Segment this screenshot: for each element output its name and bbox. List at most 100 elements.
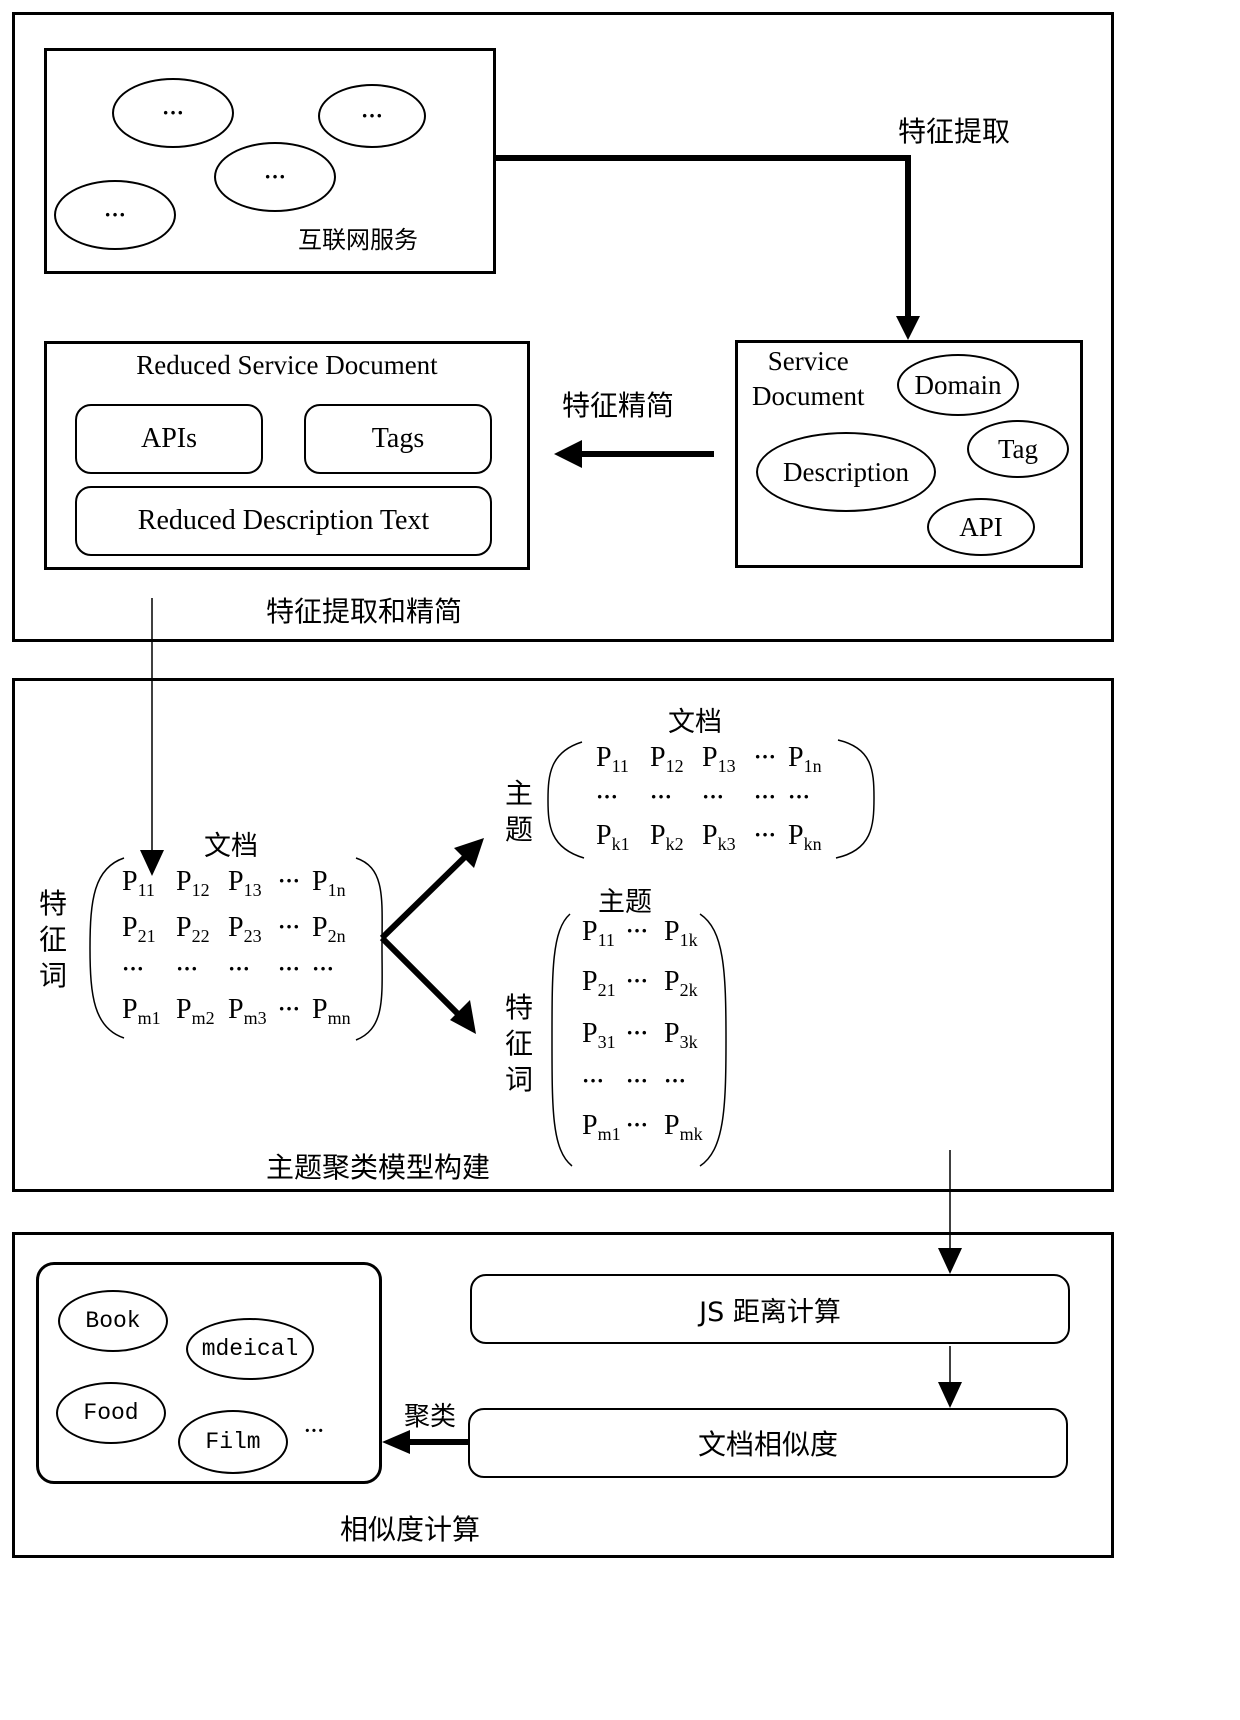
doc-similarity-box: 文档相似度 [468, 1408, 1068, 1478]
panel2-caption: 主题聚类模型构建 [266, 1151, 491, 1184]
matrix-subscript: 22 [191, 926, 210, 946]
matrix-cell: Pm2 [176, 994, 215, 1028]
tags-box: Tags [304, 404, 492, 474]
cluster-food: Food [56, 1382, 166, 1444]
matrix-cell: P2k [664, 966, 698, 1000]
matrix-subscript: m2 [191, 1008, 215, 1028]
cluster-medical: mdeical [186, 1318, 314, 1380]
row-label-char: 主 [504, 777, 533, 810]
matrix-cell: ··· [176, 956, 199, 981]
matrix-cell: P1n [788, 742, 822, 776]
service-document-title: Service Document [752, 344, 864, 414]
service-ellipse-2: ··· [318, 84, 426, 148]
matrix-cell: ··· [788, 784, 811, 809]
ellipsis-text: ··· [161, 100, 184, 125]
matrix-cell: ··· [228, 956, 251, 981]
matrix-cell: P3k [664, 1018, 698, 1052]
matrix-cell: ··· [702, 784, 725, 809]
matrix-subscript: 11 [597, 930, 615, 950]
matrix-cell: Pk3 [702, 820, 736, 854]
matrix-subscript: 3k [679, 1032, 698, 1052]
matrix-subscript: kn [803, 834, 822, 854]
matrix-cell: P23 [228, 912, 262, 946]
matrix-subscript: mk [679, 1124, 703, 1144]
row-label-char: 征 [504, 1027, 533, 1060]
matrix-subscript: mn [327, 1008, 351, 1028]
reduced-document-title: Reduced Service Document [136, 350, 438, 380]
word-topic-row-label: 特 征 词 [502, 990, 536, 1098]
matrix-cell: Pmk [664, 1110, 703, 1144]
matrix-subscript: 21 [137, 926, 156, 946]
matrix-cell: P1n [312, 866, 346, 900]
matrix-cell: P11 [582, 916, 615, 950]
matrix-subscript: 2n [327, 926, 346, 946]
description-ellipse: Description [756, 432, 936, 512]
cluster-food-label: Food [83, 1400, 139, 1426]
service-title-line1: Service [767, 346, 849, 376]
matrix-cell: P22 [176, 912, 210, 946]
matrix-cell: P1k [664, 916, 698, 950]
matrix-cell: ··· [122, 956, 145, 981]
domain-label: Domain [914, 369, 1002, 400]
matrix-cell: P12 [176, 866, 210, 900]
matrix-cell: Pm1 [582, 1110, 621, 1144]
cluster-arrow-label: 聚类 [404, 1402, 457, 1432]
matrix-subscript: 11 [137, 880, 155, 900]
matrix-cell: P11 [596, 742, 629, 776]
matrix-cell: P11 [122, 866, 155, 900]
matrix-cell: ··· [582, 1068, 605, 1093]
matrix-subscript: 11 [611, 756, 629, 776]
feature-extraction-label: 特征提取 [898, 115, 1011, 148]
doc-similarity-label: 文档相似度 [697, 1428, 838, 1461]
matrix-cell: ··· [754, 784, 777, 809]
matrix-cell: ··· [278, 868, 301, 893]
matrix-cell: P12 [650, 742, 684, 776]
api-ellipse: API [927, 498, 1035, 556]
reduced-description-box: Reduced Description Text [75, 486, 492, 556]
matrix-cell: Pkn [788, 820, 822, 854]
service-ellipse-4: ··· [54, 180, 176, 250]
matrix-cell: Pk1 [596, 820, 630, 854]
matrix-cell: ··· [626, 1020, 649, 1045]
matrix-subscript: 21 [597, 980, 616, 1000]
matrix-cell: ··· [626, 968, 649, 993]
matrix-subscript: 13 [243, 880, 262, 900]
matrix-cell: P21 [582, 966, 616, 1000]
matrix-cell: ··· [278, 956, 301, 981]
row-label-char: 题 [504, 813, 533, 846]
matrix-subscript: 1n [803, 756, 822, 776]
panel1-caption: 特征提取和精简 [266, 595, 463, 628]
matrix-cell: ··· [312, 956, 335, 981]
matrix-subscript: 12 [191, 880, 210, 900]
topic-doc-matrix: P11 P12 P13 ··· P1n ··· ··· ··· ··· ··· Pk1 Pk2 Pk3 ·… [592, 742, 852, 862]
row-label-char: 征 [38, 923, 67, 956]
matrix-cell: ··· [664, 1068, 687, 1093]
feature-reduction-label: 特征精简 [562, 389, 675, 422]
cluster-more: ··· [304, 1420, 325, 1442]
row-label-char: 词 [38, 959, 67, 992]
matrix-cell: P21 [122, 912, 156, 946]
matrix-cell: ··· [754, 822, 777, 847]
js-distance-label: JS 距离计算 [699, 1296, 841, 1328]
matrix-subscript: 1k [679, 930, 698, 950]
cluster-book: Book [58, 1290, 168, 1352]
domain-ellipse: Domain [897, 354, 1019, 416]
service-ellipse-1: ··· [112, 78, 234, 148]
matrix-cell: Pm1 [122, 994, 161, 1028]
row-label-char: 特 [38, 887, 67, 920]
matrix-subscript: m1 [597, 1124, 621, 1144]
service-title-line2: Document [752, 381, 865, 411]
cluster-film-label: Film [205, 1429, 261, 1455]
apis-label: APIs [140, 423, 197, 454]
ellipsis-text: ··· [263, 164, 286, 189]
row-label-char: 词 [504, 1063, 533, 1096]
reduced-description-label: Reduced Description Text [137, 505, 430, 536]
api-label: API [959, 511, 1003, 542]
matrix-cell: ··· [626, 1112, 649, 1137]
apis-box: APIs [75, 404, 263, 474]
row-label-char: 特 [504, 991, 533, 1024]
doc-word-matrix: P11 P12 P13 ··· P1n P21 P22 P23 ··· P2n ··· ··· ··· ·… [108, 866, 378, 1036]
matrix-subscript: 12 [665, 756, 684, 776]
matrix-subscript: 2k [679, 980, 698, 1000]
matrix-cell: Pmn [312, 994, 351, 1028]
